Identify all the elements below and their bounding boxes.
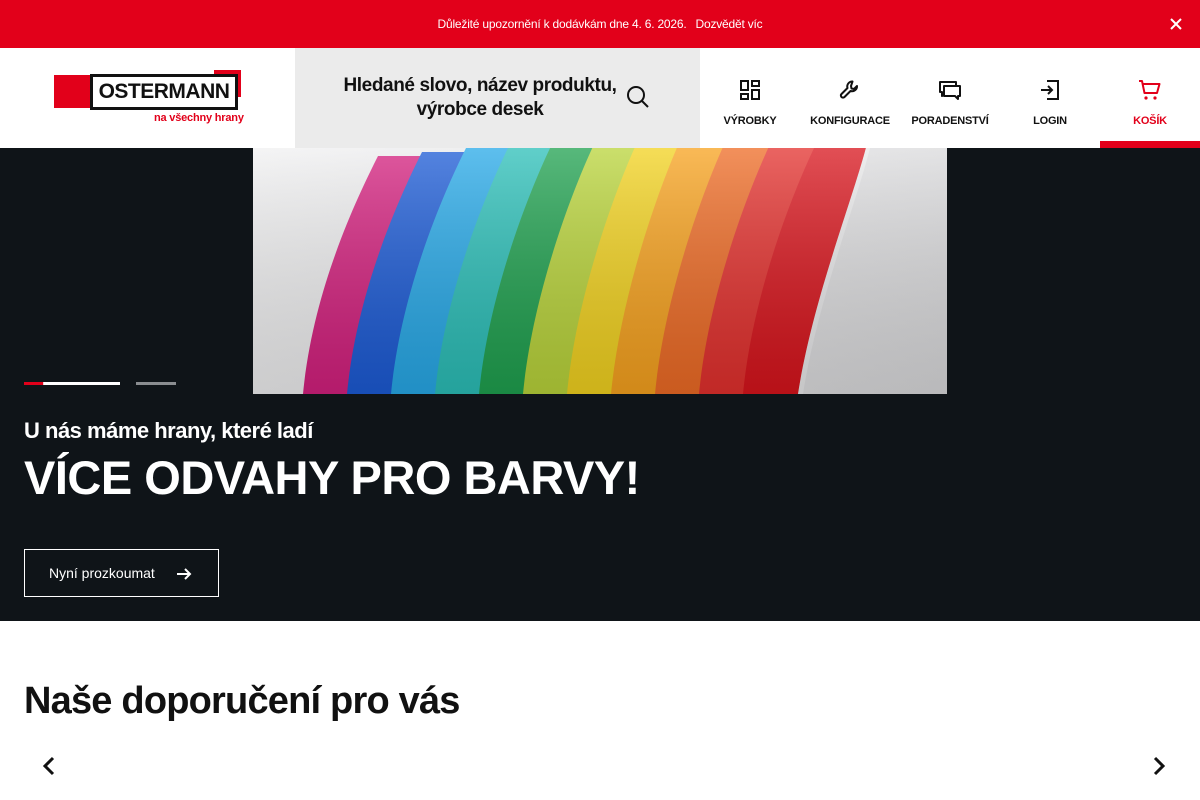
nav-item-label: PORADENSTVÍ [911, 115, 989, 127]
recommendations-title: Naše doporučení pro vás [24, 680, 460, 722]
nav-item-advice[interactable]: PORADENSTVÍ [900, 48, 1000, 148]
logo-wordmark: OSTERMANN [90, 74, 238, 110]
search-placeholder: Hledané slovo, název produktu, výrobce d… [343, 75, 617, 120]
grid-icon [740, 80, 760, 100]
arrow-right-icon [177, 568, 192, 580]
slide-1-progress [24, 382, 44, 385]
notice-text: Důležité upozornění k dodávkám dne 4. 6.… [437, 17, 687, 31]
login-icon [1041, 80, 1059, 100]
explore-button-label: Nyní prozkoumat [49, 565, 155, 581]
nav-item-label: VÝROBKY [723, 115, 777, 127]
notice-learn-more-link[interactable]: Dozvědět víc [696, 17, 763, 31]
nav-item-label: LOGIN [1033, 115, 1067, 127]
notice-bar: Důležité upozornění k dodávkám dne 4. 6.… [0, 0, 1200, 48]
nav-item-label: KOŠÍK [1133, 115, 1167, 127]
logo[interactable]: OSTERMANN na všechny hrany [54, 70, 244, 126]
site-header: OSTERMANN na všechny hrany Hledané slovo… [0, 48, 1200, 148]
nav-item-login[interactable]: LOGIN [1000, 48, 1100, 148]
nav-item-products[interactable]: VÝROBKY [700, 48, 800, 148]
nav-item-cart[interactable]: KOŠÍK [1100, 48, 1200, 148]
logo-square [54, 75, 90, 108]
search-input[interactable]: Hledané slovo, název produktu, výrobce d… [295, 48, 700, 148]
wrench-icon [839, 80, 858, 99]
slide-progress [24, 382, 176, 385]
search-icon[interactable] [625, 84, 651, 110]
nav-item-configuration[interactable]: KONFIGURACE [800, 48, 900, 148]
image-shade [253, 148, 947, 394]
explore-button[interactable]: Nyní prozkoumat [24, 549, 219, 597]
logo-tagline: na všechny hrany [154, 112, 244, 124]
edge-rolls [253, 148, 947, 394]
chevron-left-icon[interactable] [36, 752, 64, 780]
cart-icon [1139, 80, 1161, 100]
chevron-right-icon[interactable] [1144, 752, 1172, 780]
hero-subline: U nás máme hrany, které ladí [24, 418, 313, 443]
nav-item-label: KONFIGURACE [810, 115, 890, 127]
hero-headline: VÍCE ODVAHY PRO BARVY! [24, 451, 640, 504]
main-nav: VÝROBKY KONFIGURACE PORADENSTVÍ LOGIN KO… [700, 48, 1200, 148]
close-icon[interactable] [1166, 14, 1186, 34]
slide-2-indicator[interactable] [136, 382, 176, 385]
hero-banner: U nás máme hrany, které ladí VÍCE ODVAHY… [0, 148, 1200, 621]
chat-icon [939, 81, 961, 100]
hero-image [253, 148, 947, 394]
